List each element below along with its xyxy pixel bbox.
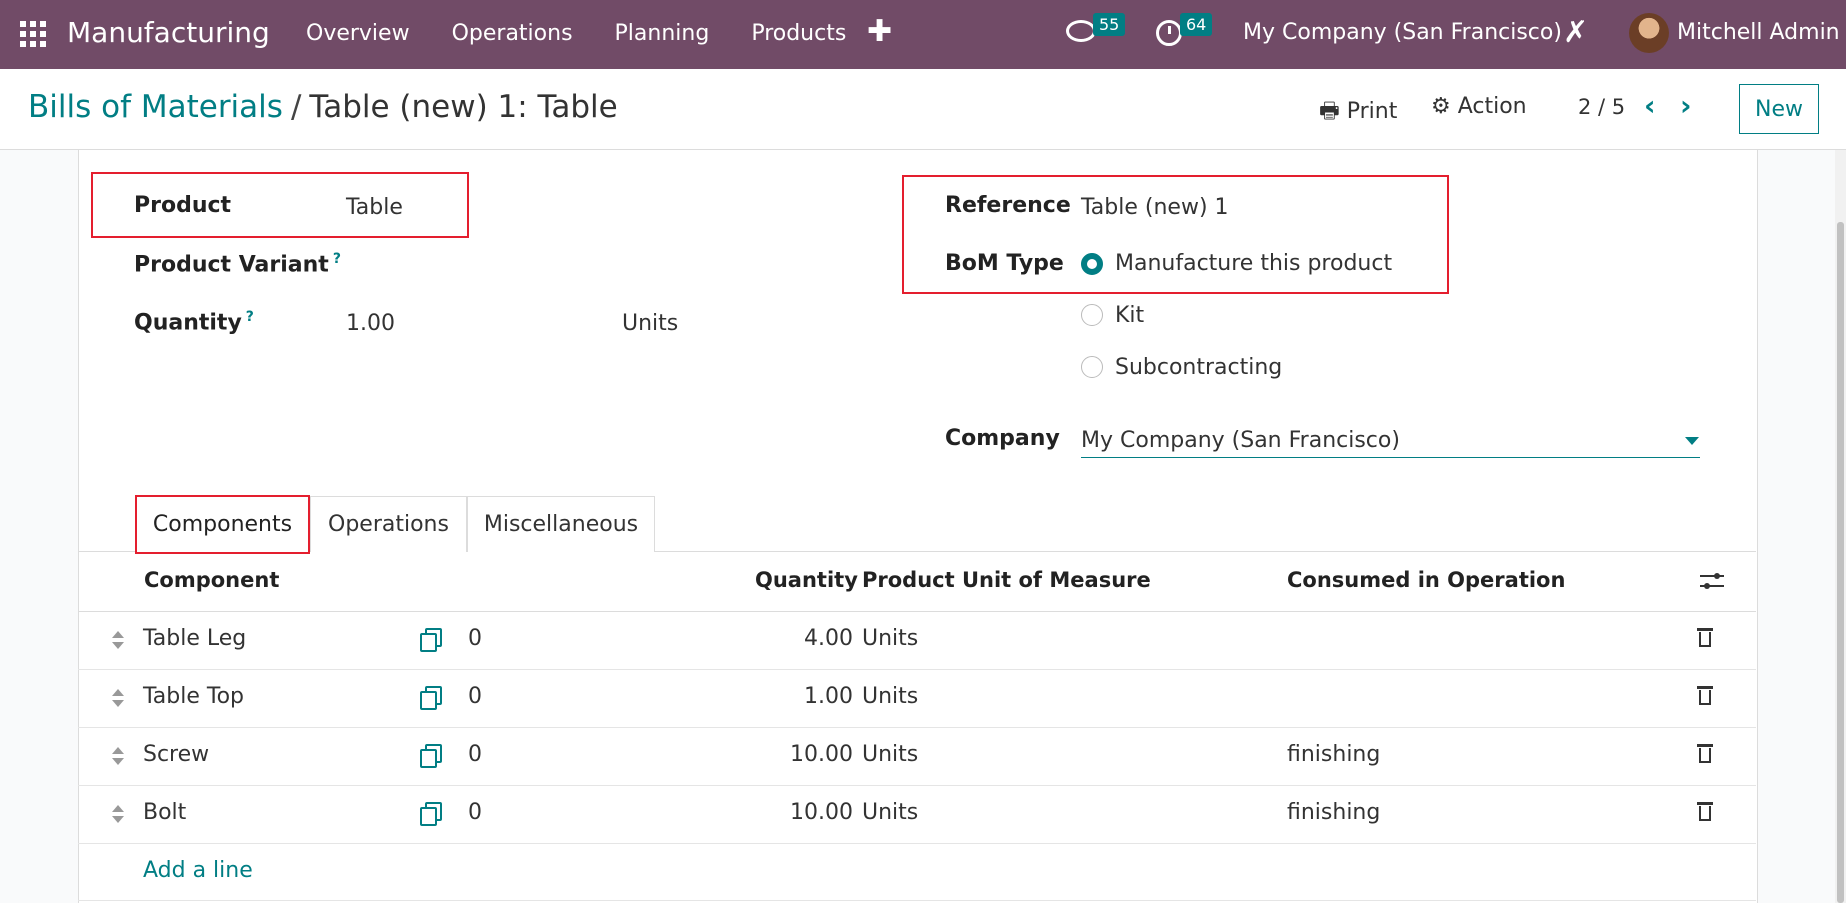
reference-label: Reference (945, 193, 1071, 218)
add-a-line-link[interactable]: Add a line (143, 858, 253, 883)
component-uom[interactable]: Units (862, 800, 918, 825)
component-quantity[interactable]: 1.00 (733, 684, 853, 709)
component-quantity[interactable]: 4.00 (733, 626, 853, 651)
drag-handle-icon[interactable] (112, 747, 124, 767)
table-row[interactable]: Screw 0 10.00 Units finishing (78, 727, 1756, 786)
quantity-uom-field[interactable]: Units (622, 311, 678, 336)
company-label: Company (945, 426, 1060, 451)
product-label: Product (134, 193, 232, 218)
action-button[interactable]: ⚙ Action (1431, 94, 1527, 119)
bom-type-option-subcontracting[interactable]: Subcontracting (1115, 355, 1282, 380)
breadcrumb: Bills of Materials / Table (new) 1: Table (28, 89, 618, 125)
component-name[interactable]: Bolt (143, 800, 186, 825)
next-record-icon[interactable]: › (1680, 89, 1692, 122)
component-operation[interactable]: finishing (1287, 800, 1380, 825)
radio-subcontracting[interactable] (1081, 356, 1103, 378)
activities-badge: 64 (1180, 13, 1213, 36)
new-button[interactable]: New (1739, 84, 1819, 134)
clock-icon[interactable] (1156, 20, 1182, 46)
messages-badge: 55 (1093, 13, 1126, 36)
quantity-label: Quantity? (134, 309, 254, 336)
forecast-value: 0 (468, 626, 482, 651)
print-button[interactable]: 🖶 Print (1319, 94, 1397, 132)
table-row[interactable]: Bolt 0 10.00 Units finishing (78, 785, 1756, 844)
forecast-value: 0 (468, 684, 482, 709)
chevron-down-icon[interactable] (1685, 437, 1699, 445)
control-panel: Bills of Materials / Table (new) 1: Table … (0, 69, 1846, 150)
help-icon[interactable]: ? (333, 251, 341, 267)
component-operation[interactable]: finishing (1287, 742, 1380, 767)
scrollbar-thumb[interactable] (1837, 222, 1844, 903)
radio-manufacture[interactable] (1081, 253, 1103, 275)
chat-icon[interactable] (1066, 20, 1096, 42)
radio-kit[interactable] (1081, 304, 1103, 326)
product-field[interactable]: Table (346, 195, 403, 220)
reference-field[interactable]: Table (new) 1 (1081, 195, 1229, 220)
previous-record-icon[interactable]: ‹ (1644, 89, 1656, 122)
main-menu: Overview Operations Planning Products (306, 21, 888, 46)
app-grid-icon[interactable] (20, 21, 46, 47)
table-row[interactable]: Table Top 0 1.00 Units (78, 669, 1756, 728)
bom-type-option-kit[interactable]: Kit (1115, 303, 1144, 328)
component-name[interactable]: Table Top (143, 684, 244, 709)
component-quantity[interactable]: 10.00 (733, 800, 853, 825)
page-title: Table (new) 1: Table (309, 89, 618, 125)
table-header: Component Quantity Product Unit of Measu… (78, 552, 1756, 612)
component-uom[interactable]: Units (862, 742, 918, 767)
bom-type-option-manufacture[interactable]: Manufacture this product (1115, 251, 1392, 276)
forecast-value: 0 (468, 800, 482, 825)
company-select[interactable]: My Company (San Francisco) (1081, 428, 1400, 453)
column-quantity[interactable]: Quantity (755, 568, 858, 592)
breadcrumb-separator: / (290, 89, 302, 125)
trash-icon[interactable] (1697, 744, 1713, 764)
component-uom[interactable]: Units (862, 684, 918, 709)
forecast-icon[interactable] (420, 744, 442, 768)
component-quantity[interactable]: 10.00 (733, 742, 853, 767)
drag-handle-icon[interactable] (112, 805, 124, 825)
component-uom[interactable]: Units (862, 626, 918, 651)
app-title[interactable]: Manufacturing (67, 16, 270, 49)
add-line-row (78, 843, 1756, 901)
forecast-icon[interactable] (420, 802, 442, 826)
help-icon[interactable]: ? (246, 309, 254, 325)
menu-operations[interactable]: Operations (452, 21, 573, 46)
quantity-field[interactable]: 1.00 (346, 311, 395, 336)
forecast-value: 0 (468, 742, 482, 767)
tab-operations[interactable]: Operations (310, 496, 467, 552)
company-switcher[interactable]: My Company (San Francisco) (1243, 20, 1562, 45)
plus-icon[interactable]: ✚ (867, 14, 892, 49)
component-name[interactable]: Table Leg (143, 626, 246, 651)
pager-value[interactable]: 2 / 5 (1578, 95, 1625, 119)
company-select-underline (1081, 457, 1700, 458)
table-row[interactable]: Table Leg 0 4.00 Units (78, 611, 1756, 670)
menu-products[interactable]: Products (751, 21, 846, 46)
breadcrumb-bills-of-materials[interactable]: Bills of Materials (28, 89, 283, 125)
sliders-icon[interactable] (1700, 570, 1724, 592)
drag-handle-icon[interactable] (112, 631, 124, 651)
trash-icon[interactable] (1697, 686, 1713, 706)
menu-planning[interactable]: Planning (615, 21, 710, 46)
avatar[interactable] (1629, 13, 1669, 53)
component-name[interactable]: Screw (143, 742, 209, 767)
drag-handle-icon[interactable] (112, 689, 124, 709)
bom-type-label: BoM Type (945, 251, 1064, 276)
user-menu[interactable]: Mitchell Admin (1677, 20, 1840, 45)
top-navbar: Manufacturing Overview Operations Planni… (0, 0, 1846, 69)
trash-icon[interactable] (1697, 628, 1713, 648)
forecast-icon[interactable] (420, 628, 442, 652)
column-consumed-in-operation[interactable]: Consumed in Operation (1287, 568, 1565, 592)
trash-icon[interactable] (1697, 802, 1713, 822)
tab-miscellaneous[interactable]: Miscellaneous (467, 496, 655, 552)
highlight-components-tab (135, 495, 310, 554)
product-variant-label: Product Variant? (134, 251, 341, 278)
tools-icon[interactable]: ✗ (1563, 15, 1588, 50)
column-uom[interactable]: Product Unit of Measure (862, 568, 1151, 592)
menu-overview[interactable]: Overview (306, 21, 410, 46)
column-component[interactable]: Component (144, 568, 279, 592)
forecast-icon[interactable] (420, 686, 442, 710)
